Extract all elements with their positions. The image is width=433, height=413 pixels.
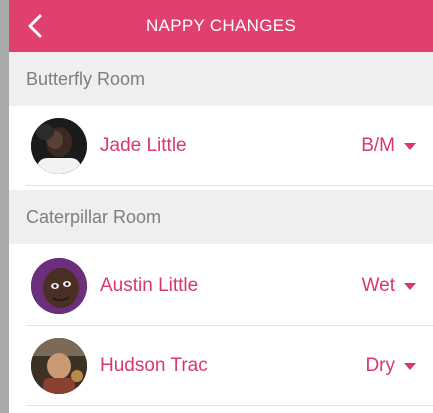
avatar xyxy=(31,258,87,314)
caret-down-icon xyxy=(404,142,416,150)
caret-down-icon xyxy=(404,282,416,290)
nappy-status-value: Wet xyxy=(361,275,395,296)
nappy-status-dropdown[interactable]: Wet xyxy=(362,273,416,299)
section-header-butterfly-room: Butterfly Room xyxy=(9,52,433,106)
child-name: Jade Little xyxy=(100,135,187,156)
child-name: Austin Little xyxy=(100,275,199,296)
child-row-jade-little[interactable]: Jade Little B/M xyxy=(9,106,433,186)
child-row-austin-little[interactable]: Austin Little Wet xyxy=(9,246,433,326)
nappy-status-value: Dry xyxy=(365,355,395,376)
page-title: NAPPY CHANGES xyxy=(145,16,297,35)
avatar xyxy=(31,118,87,174)
nappy-status-dropdown[interactable]: Dry xyxy=(365,353,416,379)
nappy-status-dropdown[interactable]: B/M xyxy=(361,133,416,159)
child-row-hudson-trac[interactable]: Hudson Trac Dry xyxy=(9,326,433,406)
header-bar: NAPPY CHANGES xyxy=(9,0,433,52)
caret-down-icon xyxy=(404,362,416,370)
nappy-status-value: B/M xyxy=(361,135,395,156)
avatar xyxy=(31,338,87,394)
app-screen: NAPPY CHANGES Butterfly Room Jade Little… xyxy=(9,0,433,413)
section-header-caterpillar-room: Caterpillar Room xyxy=(9,190,433,244)
child-name: Hudson Trac xyxy=(100,355,208,376)
